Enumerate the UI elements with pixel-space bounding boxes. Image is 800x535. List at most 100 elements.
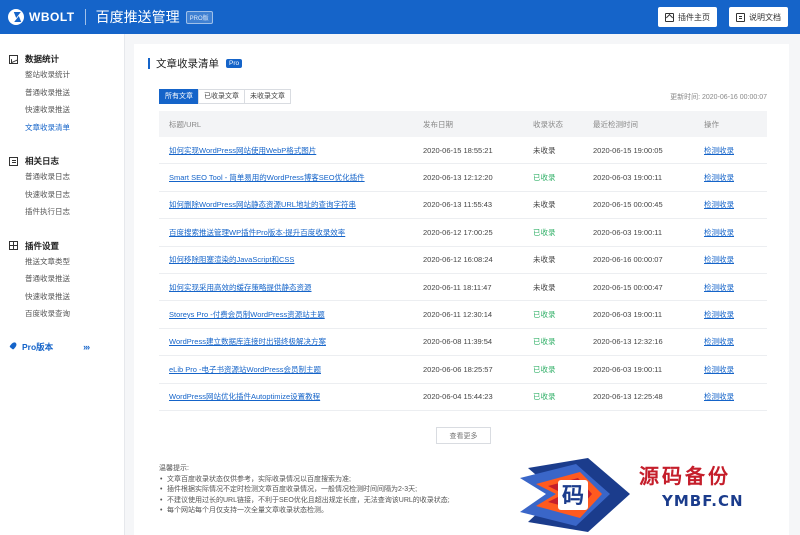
top-bar: WBOLT 百度推送管理 PRO版 插件主页 说明文档 bbox=[0, 0, 800, 34]
article-title-link[interactable]: 如何删除WordPress网站静态资源URL地址的查询字符串 bbox=[159, 199, 423, 210]
check-index-link[interactable]: 检测收录 bbox=[704, 282, 764, 293]
publish-date: 2020-06-15 18:55:21 bbox=[423, 145, 493, 155]
sidebar-item-post-types[interactable]: 推送文章类型 bbox=[0, 253, 124, 271]
check-index-link[interactable]: 检测收录 bbox=[704, 145, 764, 156]
app-title: 百度推送管理 bbox=[95, 9, 180, 25]
pro-badge: Pro bbox=[226, 59, 243, 68]
sidebar-group-logs: 相关日志 普通收录日志 快速收录日志 插件执行日志 bbox=[0, 136, 124, 221]
pro-version-tag: PRO版 bbox=[185, 10, 213, 24]
document-icon bbox=[736, 12, 745, 22]
check-index-link[interactable]: 检测收录 bbox=[704, 199, 764, 210]
article-title-link[interactable]: WordPress建立数据库连接时出错终极解决方案 bbox=[159, 336, 423, 347]
last-checked-time: 2020-06-16 00:00:07 bbox=[593, 255, 663, 265]
table-row: Smart SEO Tool - 简单易用的WordPress博客SEO优化插件… bbox=[159, 164, 767, 192]
wbolt-logo-icon bbox=[8, 9, 24, 25]
rocket-icon bbox=[9, 342, 18, 351]
check-index-link[interactable]: 检测收录 bbox=[704, 172, 764, 183]
title-accent-bar bbox=[148, 58, 150, 69]
article-title-link[interactable]: Smart SEO Tool - 简单易用的WordPress博客SEO优化插件 bbox=[159, 172, 423, 183]
tab-unindexed-articles[interactable]: 未收录文章 bbox=[244, 89, 291, 104]
last-checked-time: 2020-06-15 00:00:47 bbox=[593, 282, 663, 292]
pro-version-link[interactable]: Pro版本 ››› bbox=[0, 341, 124, 353]
log-icon bbox=[9, 156, 18, 166]
sidebar-group-title: 相关日志 bbox=[0, 154, 124, 168]
plugin-home-button[interactable]: 插件主页 bbox=[658, 7, 717, 27]
triple-chevron-right-icon: ››› bbox=[83, 341, 90, 352]
publish-date: 2020-06-06 18:25:57 bbox=[423, 364, 493, 374]
article-title-link[interactable]: 如何移除阻塞渲染的JavaScript和CSS bbox=[159, 254, 423, 265]
table-row: 如何删除WordPress网站静态资源URL地址的查询字符串 2020-06-13… bbox=[159, 192, 767, 220]
publish-date: 2020-06-13 11:55:43 bbox=[423, 200, 493, 210]
check-index-link[interactable]: 检测收录 bbox=[704, 309, 764, 320]
watermark-en-text: YMBF.CN bbox=[662, 492, 744, 510]
tip-item: 插件根据实际情况不定时检测文章百度收录情况，一般情况检测时间间隔为2-3天; bbox=[159, 485, 450, 495]
sidebar-item-normal-log[interactable]: 普通收录日志 bbox=[0, 168, 124, 186]
tip-item: 文章百度收录状态仅供参考，实际收录情况以百度搜索为准; bbox=[159, 475, 450, 485]
article-title-link[interactable]: eLib Pro -电子书资源站WordPress会员制主题 bbox=[159, 364, 423, 375]
article-title-link[interactable]: 百度搜索推送管理WP插件Pro版本-提升百度收录效率 bbox=[159, 227, 423, 238]
sidebar-item-index-query[interactable]: 百度收录查询 bbox=[0, 305, 124, 323]
filter-tabs: 所有文章 已收录文章 未收录文章 bbox=[159, 89, 291, 104]
sidebar: 数据统计 整站收录统计 普通收录推送 快速收录推送 文章收录清单 相关日志 普通… bbox=[0, 34, 125, 535]
update-time: 更新时间: 2020-06-16 00:00:07 bbox=[670, 94, 767, 101]
tab-all-articles[interactable]: 所有文章 bbox=[159, 89, 199, 104]
sidebar-item-fast-push[interactable]: 快速收录推送 bbox=[0, 101, 124, 119]
publish-date: 2020-06-11 18:11:47 bbox=[423, 282, 492, 292]
index-status: 未收录 bbox=[533, 255, 556, 265]
check-index-link[interactable]: 检测收录 bbox=[704, 336, 764, 347]
docs-button[interactable]: 说明文档 bbox=[729, 7, 788, 27]
tip-item: 不建议使用过长的URL链接，不利于SEO优化且超出规定长度，无法查询该URL的收… bbox=[159, 496, 450, 506]
sidebar-group-title: 插件设置 bbox=[0, 239, 124, 253]
sidebar-group-stats: 数据统计 整站收录统计 普通收录推送 快速收录推送 文章收录清单 bbox=[0, 34, 124, 136]
last-checked-time: 2020-06-03 19:00:11 bbox=[593, 364, 663, 374]
sidebar-item-site-index-stats[interactable]: 整站收录统计 bbox=[0, 66, 124, 84]
last-checked-time: 2020-06-13 12:32:16 bbox=[593, 337, 663, 347]
article-title-link[interactable]: Storeys Pro -付费会员制WordPress资源站主题 bbox=[159, 309, 423, 320]
col-last-checked: 最近检测时间 bbox=[593, 119, 638, 129]
table-row: WordPress网站优化插件Autoptimize设置教程 2020-06-04… bbox=[159, 384, 767, 411]
sidebar-item-fast-log[interactable]: 快速收录日志 bbox=[0, 186, 124, 204]
sidebar-item-fast-push-settings[interactable]: 快速收录推送 bbox=[0, 288, 124, 306]
check-index-link[interactable]: 检测收录 bbox=[704, 391, 764, 402]
article-title-link[interactable]: 如何实现采用高效的缓存策略提供静态资源 bbox=[159, 282, 423, 293]
index-status: 未收录 bbox=[533, 200, 556, 210]
sidebar-item-normal-push-settings[interactable]: 普通收录推送 bbox=[0, 270, 124, 288]
index-status: 未收录 bbox=[533, 282, 556, 292]
table-body: 如何实现WordPress网站使用WebP格式图片 2020-06-15 18:5… bbox=[159, 137, 767, 411]
check-index-link[interactable]: 检测收录 bbox=[704, 254, 764, 265]
watermark-cn-text: 源码备份 bbox=[639, 464, 731, 488]
index-status: 已收录 bbox=[533, 310, 556, 320]
table-row: 如何实现采用高效的缓存策略提供静态资源 2020-06-11 18:11:47 未收… bbox=[159, 274, 767, 302]
sidebar-item-plugin-log[interactable]: 插件执行日志 bbox=[0, 203, 124, 221]
tips: 温馨提示: 文章百度收录状态仅供参考，实际收录情况以百度搜索为准; 插件根据实际… bbox=[159, 464, 450, 516]
last-checked-time: 2020-06-03 19:00:11 bbox=[593, 227, 663, 237]
article-title-link[interactable]: WordPress网站优化插件Autoptimize设置教程 bbox=[159, 391, 423, 402]
tip-item: 每个网站每个月仅支持一次全量文章收录状态检测。 bbox=[159, 506, 450, 516]
publish-date: 2020-06-12 16:08:24 bbox=[423, 255, 493, 265]
plugin-home-label: 插件主页 bbox=[678, 12, 710, 22]
index-status: 已收录 bbox=[533, 227, 556, 237]
last-checked-time: 2020-06-15 19:00:05 bbox=[593, 145, 663, 155]
article-title-link[interactable]: 如何实现WordPress网站使用WebP格式图片 bbox=[159, 145, 423, 156]
tab-indexed-articles[interactable]: 已收录文章 bbox=[198, 89, 245, 104]
sidebar-item-normal-push[interactable]: 普通收录推送 bbox=[0, 84, 124, 102]
check-index-link[interactable]: 检测收录 bbox=[704, 364, 764, 375]
index-status: 未收录 bbox=[533, 145, 556, 155]
watermark-emblem-icon: 码 bbox=[520, 458, 630, 532]
table-row: Storeys Pro -付费会员制WordPress资源站主题 2020-06-… bbox=[159, 301, 767, 329]
check-index-link[interactable]: 检测收录 bbox=[704, 227, 764, 238]
pro-version-label: Pro版本 bbox=[22, 341, 54, 352]
publish-date: 2020-06-08 11:39:54 bbox=[423, 337, 493, 347]
load-more-button[interactable]: 查看更多 bbox=[436, 427, 491, 444]
sidebar-group-settings: 插件设置 推送文章类型 普通收录推送 快速收录推送 百度收录查询 bbox=[0, 221, 124, 323]
logo: WBOLT bbox=[8, 9, 75, 25]
publish-date: 2020-06-04 15:44:23 bbox=[423, 392, 493, 402]
sidebar-item-article-index-list[interactable]: 文章收录清单 bbox=[0, 119, 124, 137]
table-row: WordPress建立数据库连接时出错终极解决方案 2020-06-08 11:3… bbox=[159, 329, 767, 357]
publish-date: 2020-06-11 12:30:14 bbox=[423, 310, 493, 320]
col-title-url: 标题/URL bbox=[169, 119, 202, 129]
brand-name: WBOLT bbox=[29, 10, 75, 24]
table-row: 百度搜索推送管理WP插件Pro版本-提升百度收录效率 2020-06-12 17:… bbox=[159, 219, 767, 247]
settings-icon bbox=[9, 241, 18, 250]
index-status: 已收录 bbox=[533, 364, 556, 374]
